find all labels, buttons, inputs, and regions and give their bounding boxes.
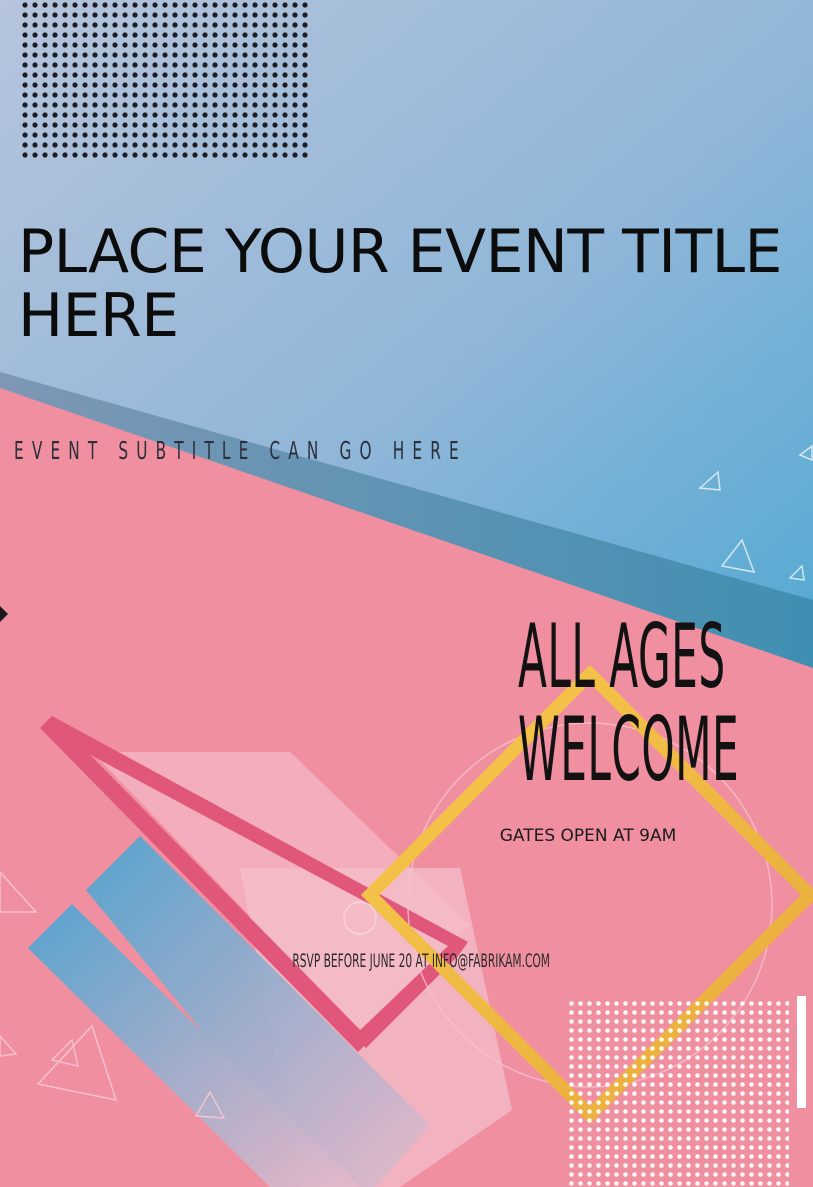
rsvp-text: RSVP BEFORE JUNE 20 AT INFO@FABRIKAM.COM xyxy=(292,950,550,972)
poster-background xyxy=(0,0,813,1187)
event-subtitle: EVENT SUBTITLE CAN GO HERE xyxy=(14,436,467,465)
all-ages-welcome-headline: ALL AGES WELCOME xyxy=(518,605,740,801)
event-title: PLACE YOUR EVENT TITLE HERE xyxy=(18,217,782,351)
gates-open-text: GATES OPEN AT 9AM xyxy=(499,826,677,846)
headline-line-1: ALL AGES xyxy=(518,605,726,708)
headline-line-2: WELCOME xyxy=(518,698,740,801)
